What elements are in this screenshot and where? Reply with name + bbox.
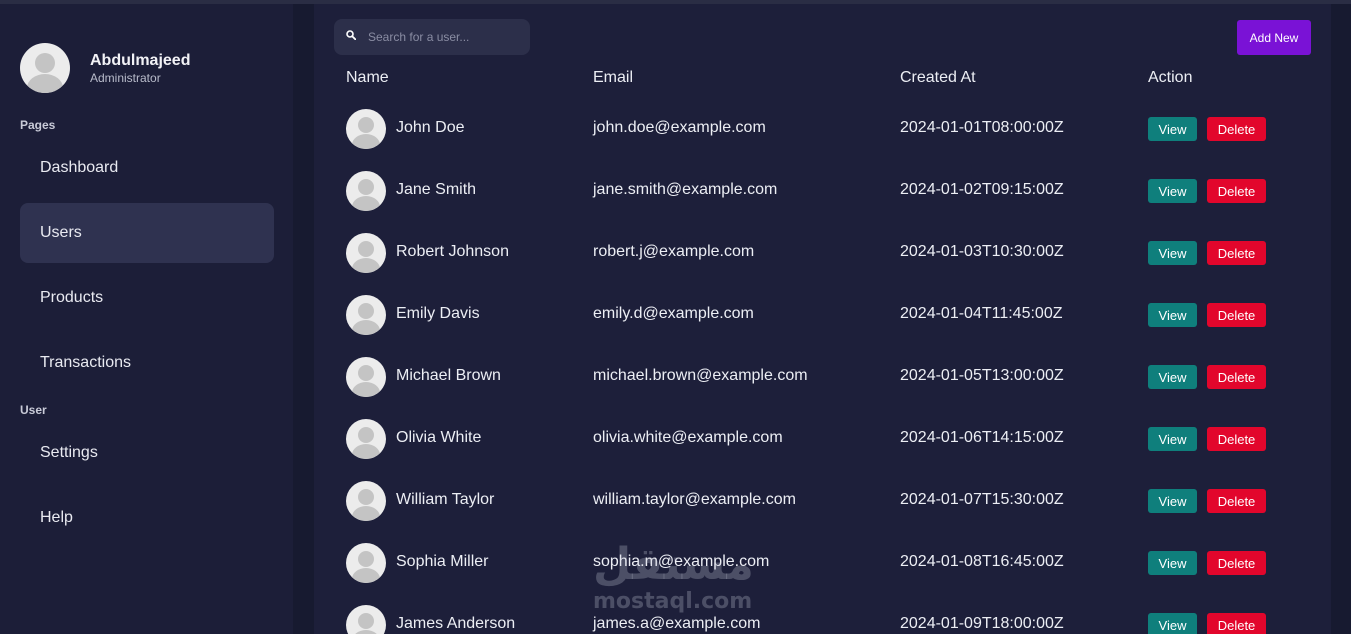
cell-name: Michael Brown [396,367,501,384]
users-panel: Add New Name Email Created At Action Joh… [314,4,1331,634]
table-row: Emily Davis emily.d@example.com 2024-01-04… [314,291,1331,353]
cell-name: James Anderson [396,615,516,632]
view-button[interactable]: View [1148,365,1197,389]
search-icon [346,30,356,40]
sidebar-item-products[interactable]: Products [20,268,274,328]
cell-name: Jane Smith [396,181,477,198]
cell-created-at: 2024-01-07T15:30:00Z [900,491,1064,508]
delete-button[interactable]: Delete [1207,427,1266,451]
user-avatar-icon [346,543,386,583]
cell-email: olivia.white@example.com [593,429,783,446]
cell-name: Robert Johnson [396,243,509,260]
user-avatar-icon [346,233,386,273]
delete-button[interactable]: Delete [1207,613,1266,634]
cell-created-at: 2024-01-01T08:00:00Z [900,119,1064,136]
section-label-pages: Pages [20,118,56,132]
delete-button[interactable]: Delete [1207,241,1266,265]
profile-name: Abdulmajeed [90,52,191,69]
sidebar-item-dashboard[interactable]: Dashboard [20,138,274,198]
cell-created-at: 2024-01-08T16:45:00Z [900,553,1064,570]
cell-email: sophia.m@example.com [593,553,770,570]
section-label-user: User [20,403,47,417]
cell-email: james.a@example.com [593,615,761,632]
cell-name: William Taylor [396,491,495,508]
cell-name: John Doe [396,119,465,136]
view-button[interactable]: View [1148,613,1197,634]
sidebar-item-transactions[interactable]: Transactions [20,333,274,393]
delete-button[interactable]: Delete [1207,117,1266,141]
table-row: Olivia White olivia.white@example.com 2024… [314,415,1331,477]
search-box [334,19,530,55]
table-row: James Anderson james.a@example.com 2024-01… [314,601,1331,634]
profile-role: Administrator [90,71,161,85]
view-button[interactable]: View [1148,489,1197,513]
delete-button[interactable]: Delete [1207,551,1266,575]
table-row: John Doe john.doe@example.com 2024-01-01T0… [314,105,1331,167]
delete-button[interactable]: Delete [1207,489,1266,513]
user-avatar-icon [346,171,386,211]
right-gutter [1331,4,1351,634]
table-row: Michael Brown michael.brown@example.com 20… [314,353,1331,415]
table-row: Sophia Miller sophia.m@example.com 2024-01… [314,539,1331,601]
table-row: Robert Johnson robert.j@example.com 2024-0… [314,229,1331,291]
table-row: William Taylor william.taylor@example.com… [314,477,1331,539]
view-button[interactable]: View [1148,241,1197,265]
view-button[interactable]: View [1148,551,1197,575]
sidebar-item-help[interactable]: Help [20,488,274,548]
cell-name: Emily Davis [396,305,480,322]
cell-created-at: 2024-01-02T09:15:00Z [900,181,1064,198]
search-input[interactable] [368,19,526,55]
cell-created-at: 2024-01-05T13:00:00Z [900,367,1064,384]
view-button[interactable]: View [1148,303,1197,327]
column-header-created: Created At [900,69,976,86]
user-avatar-icon [346,605,386,634]
table-row: Jane Smith jane.smith@example.com 2024-01-… [314,167,1331,229]
user-avatar-icon [346,481,386,521]
cell-email: michael.brown@example.com [593,367,808,384]
view-button[interactable]: View [1148,117,1197,141]
cell-email: john.doe@example.com [593,119,766,136]
user-avatar-icon [346,357,386,397]
cell-created-at: 2024-01-03T10:30:00Z [900,243,1064,260]
delete-button[interactable]: Delete [1207,179,1266,203]
cell-name: Sophia Miller [396,553,489,570]
cell-email: jane.smith@example.com [593,181,778,198]
view-button[interactable]: View [1148,427,1197,451]
cell-email: emily.d@example.com [593,305,754,322]
cell-email: william.taylor@example.com [593,491,796,508]
delete-button[interactable]: Delete [1207,303,1266,327]
cell-created-at: 2024-01-09T18:00:00Z [900,615,1064,632]
column-header-action: Action [1148,69,1193,86]
user-avatar-icon [346,295,386,335]
user-avatar-icon [346,109,386,149]
sidebar: Abdulmajeed Administrator Pages Dashboar… [0,4,293,634]
user-profile: Abdulmajeed Administrator [20,43,190,93]
user-avatar-icon [346,419,386,459]
profile-avatar-icon [20,43,70,93]
column-header-email: Email [593,69,634,86]
delete-button[interactable]: Delete [1207,365,1266,389]
view-button[interactable]: View [1148,179,1197,203]
cell-created-at: 2024-01-06T14:15:00Z [900,429,1064,446]
sidebar-item-settings[interactable]: Settings [20,423,274,483]
cell-email: robert.j@example.com [593,243,755,260]
add-new-button[interactable]: Add New [1237,20,1311,55]
sidebar-item-users[interactable]: Users [20,203,274,263]
cell-created-at: 2024-01-04T11:45:00Z [900,305,1063,322]
cell-name: Olivia White [396,429,482,446]
column-header-name: Name [346,69,389,86]
